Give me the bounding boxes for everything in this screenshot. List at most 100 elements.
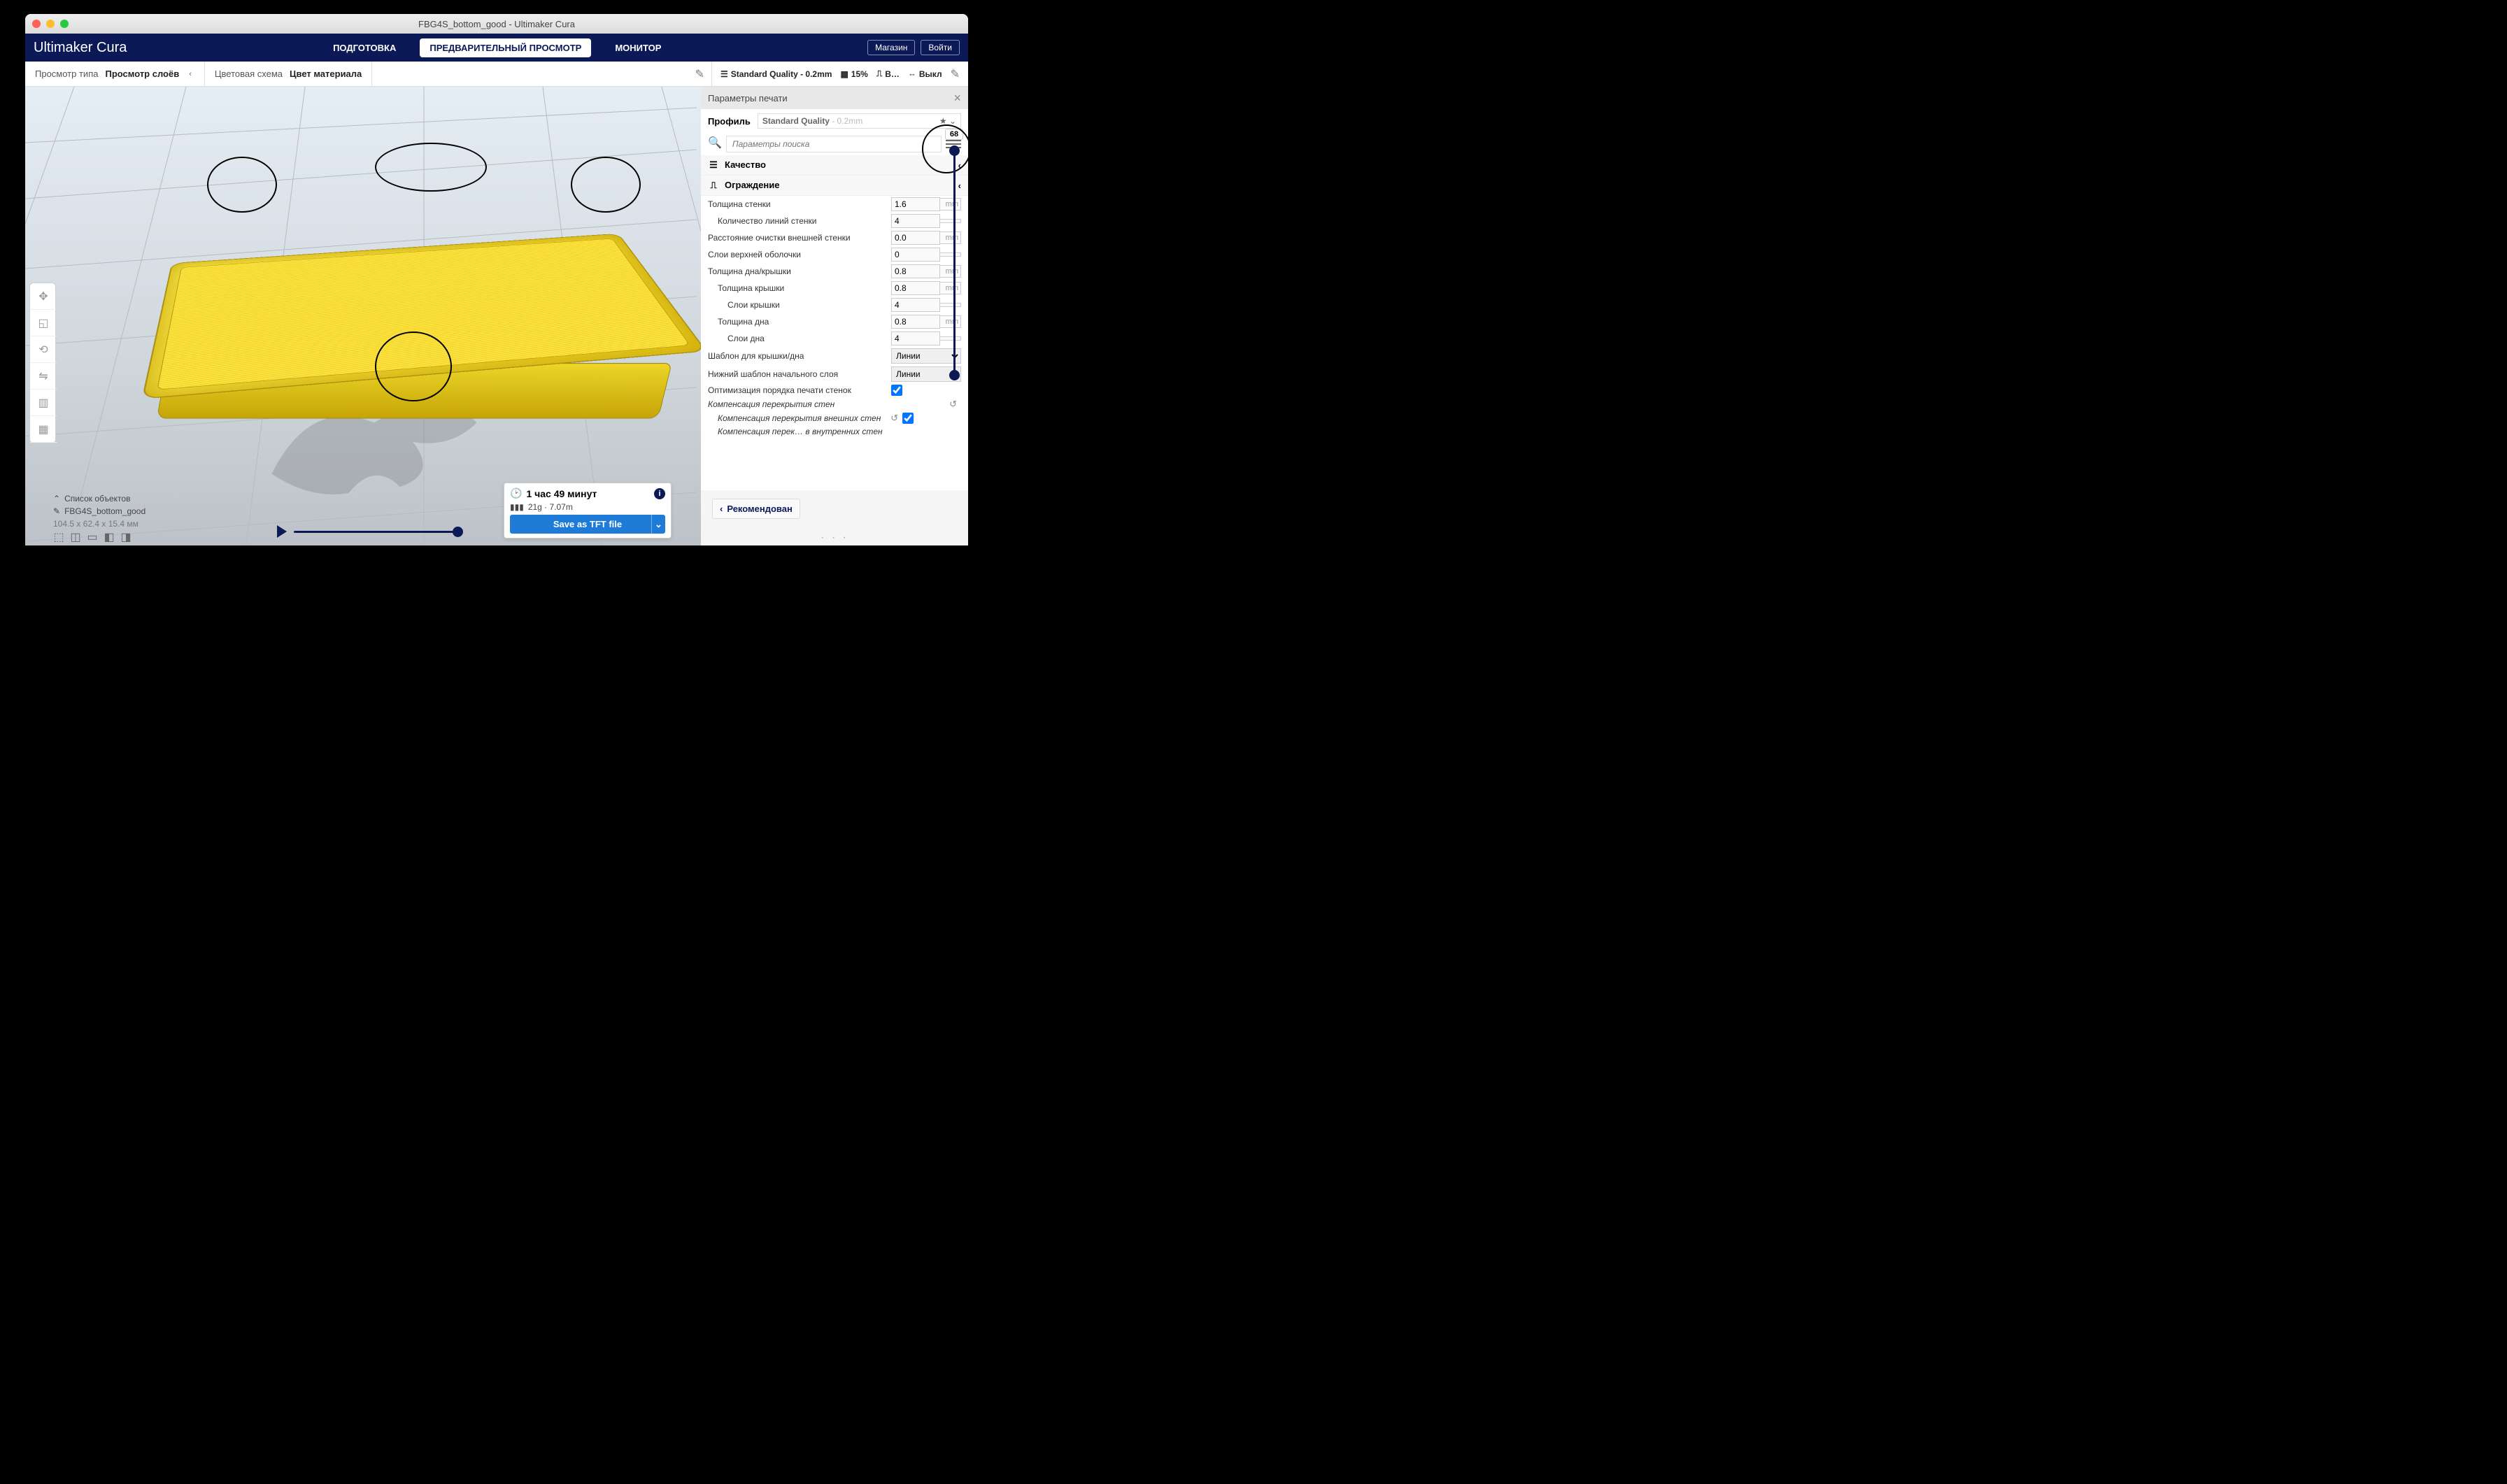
infill-icon: ▦ xyxy=(840,69,848,79)
view-type-label: Просмотр типа xyxy=(35,69,98,79)
setting-checkbox[interactable] xyxy=(891,385,902,396)
chevron-up-icon[interactable]: ⌃ xyxy=(53,494,60,504)
layers-icon: ☰ xyxy=(720,69,728,79)
profile-label: Профиль xyxy=(708,116,751,127)
section-walls[interactable]: ⎍Ограждение ‹ xyxy=(701,176,968,196)
support-icon: ⎍ xyxy=(876,69,882,79)
resize-handle[interactable]: · · · xyxy=(701,530,968,545)
setting-row: Толщина днаmm xyxy=(701,313,968,330)
color-scheme-value[interactable]: Цвет материала xyxy=(290,69,362,79)
object-item[interactable]: FBG4S_bottom_good xyxy=(64,506,145,516)
adhesion-summary[interactable]: ⇔ Выкл xyxy=(908,69,942,79)
setting-name: Толщина стенки xyxy=(708,199,891,209)
tab-prepare[interactable]: ПОДГОТОВКА xyxy=(323,38,406,57)
setting-input[interactable] xyxy=(891,331,940,345)
transform-tools: ✥ ◱ ⟲ ⇋ ▥ ▦ xyxy=(29,283,56,443)
top-bar: Ultimaker Cura ПОДГОТОВКА ПРЕДВАРИТЕЛЬНЫ… xyxy=(25,34,968,62)
search-icon: 🔍 xyxy=(708,136,722,152)
viewport[interactable]: ✥ ◱ ⟲ ⇋ ▥ ▦ ⌃ Список объектов ✎ FBG4S_bo… xyxy=(25,87,701,545)
pencil-icon[interactable]: ✎ xyxy=(688,67,711,81)
object-list-header: Список объектов xyxy=(64,494,130,504)
setting-checkbox[interactable] xyxy=(902,413,914,424)
tab-monitor[interactable]: МОНИТОР xyxy=(605,38,671,57)
setting-input[interactable] xyxy=(891,315,940,329)
tab-preview[interactable]: ПРЕДВАРИТЕЛЬНЫЙ ПРОСМОТР xyxy=(420,38,591,57)
support-summary[interactable]: ⎍ В… xyxy=(876,69,900,79)
setting-name: Нижний шаблон начального слоя xyxy=(708,369,891,379)
setting-input[interactable] xyxy=(891,264,940,278)
setting-row: Нижний шаблон начального слояЛинии xyxy=(701,365,968,383)
layer-thumb-bottom[interactable] xyxy=(949,370,960,380)
recommended-button[interactable]: ‹Рекомендован xyxy=(712,499,800,519)
info-icon[interactable]: i xyxy=(654,488,665,499)
window-title: FBG4S_bottom_good - Ultimaker Cura xyxy=(25,19,968,29)
print-time: 1 час 49 минут xyxy=(526,488,597,499)
view-type-value[interactable]: Просмотр слоёв xyxy=(105,69,179,79)
walls-icon: ⎍ xyxy=(708,180,719,191)
view-3d-icon[interactable]: ⬚ xyxy=(53,531,64,543)
setting-row: Компенсация перекрытия стен↺ xyxy=(701,397,968,411)
setting-name: Оптимизация порядка печати стенок xyxy=(708,385,891,395)
quality-summary[interactable]: ☰ Standard Quality - 0.2mm xyxy=(720,69,832,79)
login-button[interactable]: Войти xyxy=(921,40,960,55)
layer-thumb-top[interactable] xyxy=(949,145,960,156)
edit-settings-icon[interactable]: ✎ xyxy=(951,67,960,81)
setting-row: Слои дна xyxy=(701,330,968,347)
layer-slider[interactable]: 68 xyxy=(940,129,968,380)
view-right-icon[interactable]: ◨ xyxy=(120,531,132,543)
setting-name: Количество линий стенки xyxy=(708,216,891,226)
logo: Ultimaker Cura xyxy=(34,40,127,56)
setting-name: Слои верхней оболочки xyxy=(708,250,891,259)
reset-icon[interactable]: ↺ xyxy=(890,413,898,424)
close-panel-icon[interactable]: × xyxy=(953,91,961,106)
setting-input[interactable] xyxy=(891,214,940,228)
mirror-tool-icon[interactable]: ⇋ xyxy=(30,363,57,390)
view-preset-icons: ⬚ ◫ ▭ ◧ ◨ xyxy=(53,531,132,543)
chevron-down-icon[interactable]: ⌄ xyxy=(651,515,665,534)
view-left-icon[interactable]: ◧ xyxy=(104,531,115,543)
annotation-oval xyxy=(207,157,277,213)
store-button[interactable]: Магазин xyxy=(867,40,915,55)
simulation-playbar xyxy=(277,523,463,540)
infill-summary[interactable]: ▦ 15% xyxy=(840,69,867,79)
setting-row: Оптимизация порядка печати стенок xyxy=(701,383,968,397)
slider-thumb[interactable] xyxy=(453,527,463,537)
panel-title: Параметры печати xyxy=(708,93,788,104)
material-usage: 21g · 7.07m xyxy=(528,502,573,512)
profile-selector[interactable]: Standard Quality - 0.2mm ★ ⌄ xyxy=(758,113,961,129)
settings-search[interactable] xyxy=(726,136,942,152)
adhesion-icon: ⇔ xyxy=(908,69,916,79)
save-button[interactable]: Save as TFT file⌄ xyxy=(510,515,665,534)
mesh-tool-icon[interactable]: ▥ xyxy=(30,390,57,416)
setting-row: Толщина стенкиmm xyxy=(701,196,968,213)
titlebar: FBG4S_bottom_good - Ultimaker Cura xyxy=(25,14,968,34)
reset-icon[interactable]: ↺ xyxy=(949,399,957,410)
setting-row: Толщина крышкиmm xyxy=(701,280,968,297)
setting-name: Толщина крышки xyxy=(708,283,891,293)
move-tool-icon[interactable]: ✥ xyxy=(30,283,57,310)
setting-name: Толщина дна/крышки xyxy=(708,266,891,276)
setting-input[interactable] xyxy=(891,248,940,262)
simulation-slider[interactable] xyxy=(294,531,463,533)
setting-row: Слои верхней оболочки xyxy=(701,246,968,263)
support-blocker-icon[interactable]: ▦ xyxy=(30,416,57,443)
setting-input[interactable] xyxy=(891,281,940,295)
setting-input[interactable] xyxy=(891,197,940,211)
view-front-icon[interactable]: ◫ xyxy=(70,531,81,543)
setting-input[interactable] xyxy=(891,298,940,312)
pencil-icon[interactable]: ✎ xyxy=(53,506,60,516)
setting-row: Компенсация перек… в внутренних стен xyxy=(701,425,968,438)
object-list: ⌃ Список объектов ✎ FBG4S_bottom_good 10… xyxy=(53,492,145,530)
setting-row: Количество линий стенки xyxy=(701,213,968,229)
setting-input[interactable] xyxy=(891,231,940,245)
clock-icon: 🕑 xyxy=(510,487,522,499)
rotate-tool-icon[interactable]: ⟲ xyxy=(30,336,57,363)
play-button[interactable] xyxy=(277,525,287,538)
setting-name: Компенсация перекрытия внешних стен xyxy=(708,413,890,423)
view-top-icon[interactable]: ▭ xyxy=(87,531,98,543)
scale-tool-icon[interactable]: ◱ xyxy=(30,310,57,336)
chevron-left-icon[interactable]: ‹ xyxy=(186,70,194,78)
setting-name: Толщина дна xyxy=(708,317,891,327)
annotation-oval xyxy=(922,124,968,173)
setting-name: Расстояние очистки внешней стенки xyxy=(708,233,891,243)
